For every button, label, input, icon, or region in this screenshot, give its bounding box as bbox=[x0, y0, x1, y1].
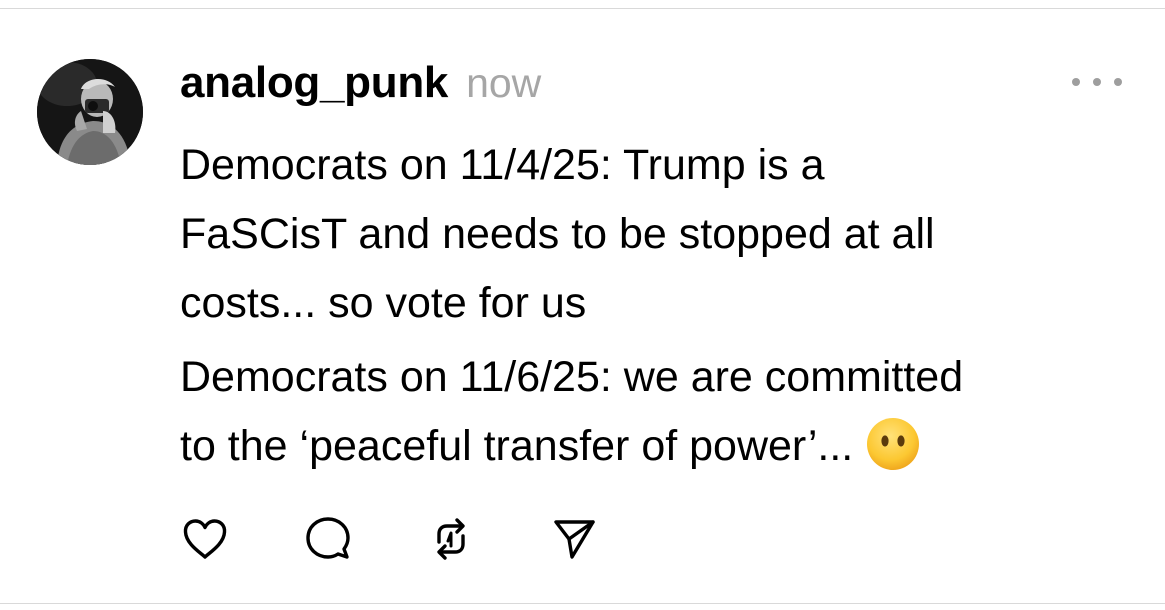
heart-icon bbox=[183, 519, 227, 559]
like-button[interactable] bbox=[180, 514, 230, 564]
more-dot bbox=[1072, 78, 1080, 86]
more-dot bbox=[1114, 78, 1122, 86]
face-without-mouth-icon bbox=[867, 417, 920, 470]
post-line-with-emoji: to the ‘peaceful transfer of power’... bbox=[180, 412, 1140, 481]
repost-icon bbox=[437, 518, 465, 560]
share-button[interactable] bbox=[549, 514, 599, 564]
send-icon bbox=[554, 520, 595, 559]
post-body: Democrats on 11/4/25: Trump is a FaSCisT… bbox=[180, 131, 1140, 481]
more-icon[interactable] bbox=[1072, 72, 1122, 92]
comment-icon bbox=[306, 517, 350, 559]
post-header: analog_punk now bbox=[180, 58, 541, 114]
timestamp: now bbox=[466, 60, 542, 106]
post-line-text: to the ‘peaceful transfer of power’... bbox=[180, 422, 854, 470]
reply-button[interactable] bbox=[303, 514, 353, 564]
repost-button[interactable] bbox=[426, 514, 476, 564]
username[interactable]: analog_punk bbox=[180, 58, 448, 108]
avatar-photo-icon bbox=[37, 59, 143, 165]
more-dot bbox=[1093, 78, 1101, 86]
action-bar bbox=[180, 514, 599, 564]
post-line: FaSCisT and needs to be stopped at all bbox=[180, 210, 935, 258]
post-line: costs... so vote for us bbox=[180, 279, 587, 327]
bottom-divider bbox=[0, 603, 1165, 604]
top-divider bbox=[0, 8, 1165, 9]
post-line: Democrats on 11/4/25: Trump is a bbox=[180, 141, 825, 189]
avatar[interactable] bbox=[37, 59, 143, 165]
post-line: Democrats on 11/6/25: we are committed bbox=[180, 353, 964, 401]
